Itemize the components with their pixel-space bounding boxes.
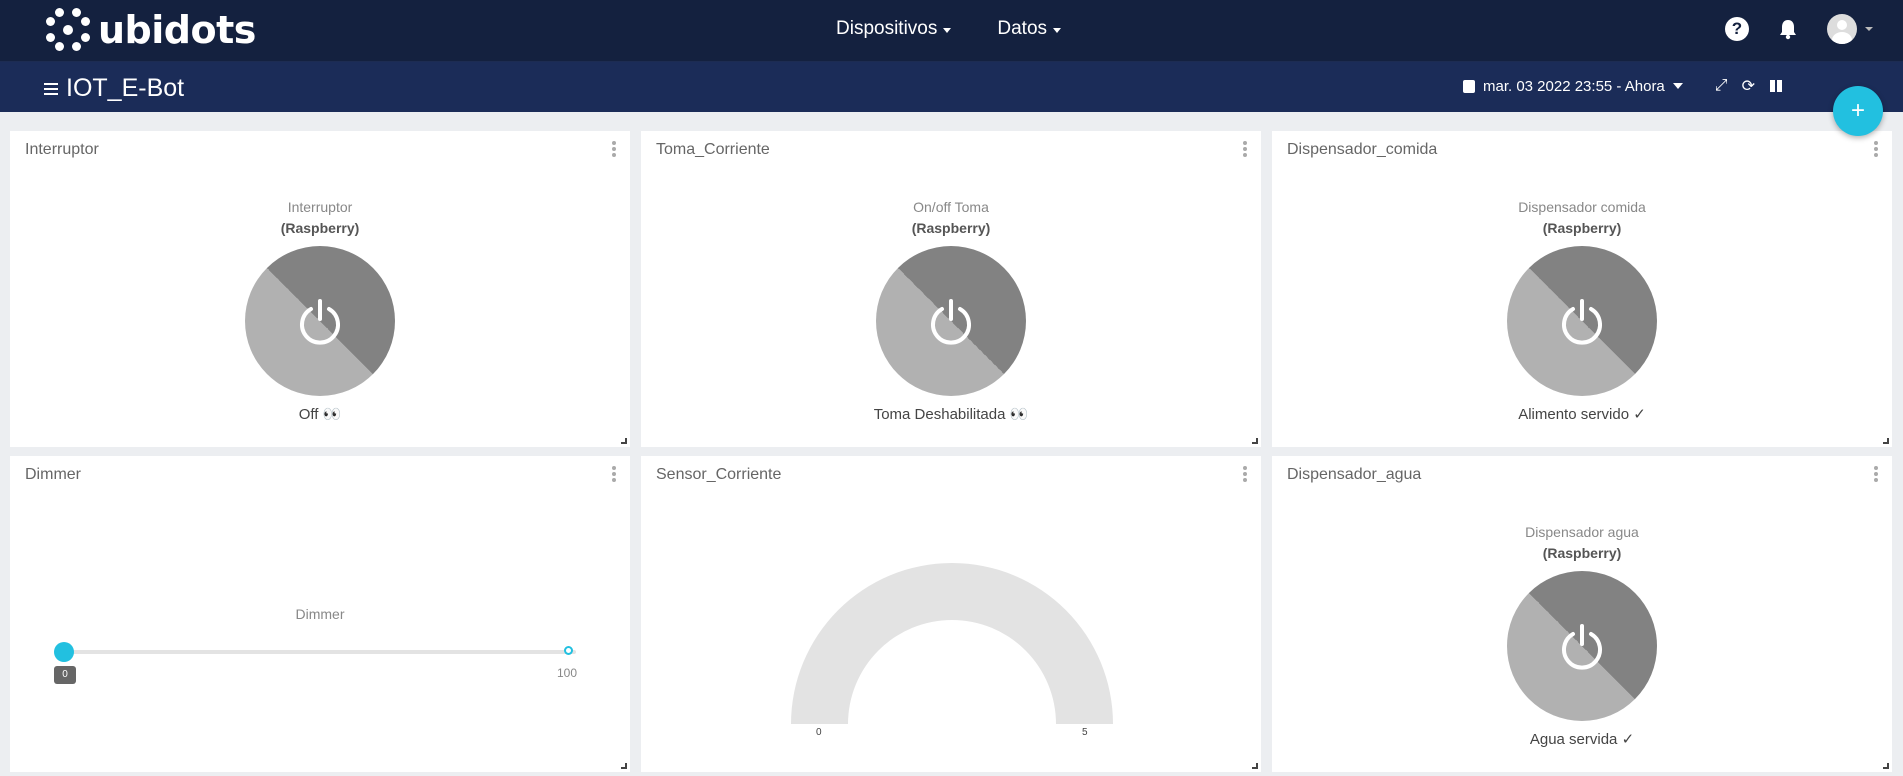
resize-handle[interactable]	[621, 438, 627, 444]
power-icon	[931, 299, 971, 345]
refresh-icon[interactable]: ⟳	[1742, 76, 1755, 96]
chevron-down-icon[interactable]	[1865, 27, 1873, 31]
switch-button[interactable]	[1507, 246, 1657, 396]
switch-button[interactable]	[1507, 571, 1657, 721]
brand-name: ubidots	[98, 8, 256, 52]
switch-button[interactable]	[876, 246, 1026, 396]
switch-label: Dispensador comida	[1518, 199, 1646, 215]
widget-title: Sensor_Corriente	[656, 466, 782, 483]
slider-value: 0	[54, 666, 76, 684]
widget-title: Dispensador_agua	[1287, 466, 1422, 483]
gauge-max-label: 5	[1082, 727, 1088, 738]
ubidots-logo[interactable]: ubidots	[46, 8, 256, 52]
power-icon	[1562, 299, 1602, 345]
device-name: (Raspberry)	[911, 220, 991, 236]
date-range-picker[interactable]: mar. 03 2022 23:55 - Ahora	[1462, 77, 1683, 95]
more-options-icon[interactable]	[1874, 141, 1878, 157]
switch-status: Off 👀	[298, 406, 342, 423]
power-icon	[1562, 624, 1602, 670]
nav-dispositivos-label: Dispositivos	[836, 18, 938, 39]
switch-status: Alimento servido ✓	[1518, 406, 1646, 423]
switch-status: Agua servida ✓	[1529, 731, 1635, 748]
widget-interruptor: Interruptor Interruptor (Raspberry) Off …	[10, 131, 630, 447]
gauge-chart	[791, 563, 1113, 724]
widget-dimmer: Dimmer Dimmer 0 100	[10, 456, 630, 772]
device-name: (Raspberry)	[1542, 545, 1622, 561]
widget-dispensador-comida: Dispensador_comida Dispensador comida (R…	[1272, 131, 1892, 447]
resize-handle[interactable]	[1252, 438, 1258, 444]
logo-dots-icon	[46, 8, 90, 52]
add-widget-button[interactable]: +	[1833, 86, 1883, 136]
power-icon	[300, 299, 340, 345]
nav-datos[interactable]: Datos	[997, 18, 1062, 40]
widget-title: Dimmer	[25, 466, 81, 483]
resize-handle[interactable]	[621, 763, 627, 769]
user-avatar[interactable]	[1827, 14, 1857, 44]
chevron-down-icon	[1672, 83, 1683, 89]
device-name: (Raspberry)	[280, 220, 360, 236]
widget-title: Interruptor	[25, 141, 99, 158]
date-range-text: mar. 03 2022 23:55 - Ahora	[1482, 77, 1665, 95]
chevron-down-icon	[943, 27, 952, 33]
gauge-arc	[791, 563, 1113, 724]
expand-icon[interactable]: ⤢	[1715, 77, 1728, 95]
slider-track[interactable]	[64, 650, 576, 654]
dashboard-title: IOT_E-Bot	[44, 74, 184, 103]
nav-datos-label: Datos	[997, 18, 1048, 39]
chevron-down-icon	[1053, 27, 1062, 33]
help-icon[interactable]: ?	[1725, 17, 1749, 41]
nav-dispositivos[interactable]: Dispositivos	[836, 18, 952, 40]
slider-max-marker	[564, 646, 573, 655]
dashboard-controls: mar. 03 2022 23:55 - Ahora ⤢ ⟳	[1462, 76, 1783, 96]
widget-title: Dispensador_comida	[1287, 141, 1438, 158]
slider-max-label: 100	[557, 666, 578, 680]
bell-icon[interactable]	[1777, 18, 1799, 40]
widget-dispensador-agua: Dispensador_agua Dispensador agua (Raspb…	[1272, 456, 1892, 772]
hamburger-menu-icon[interactable]	[44, 82, 58, 95]
widget-sensor-corriente: Sensor_Corriente 0 5	[641, 456, 1261, 772]
gauge-min-label: 0	[816, 727, 822, 738]
more-options-icon[interactable]	[612, 466, 616, 482]
resize-handle[interactable]	[1883, 763, 1889, 769]
switch-label: On/off Toma	[913, 199, 989, 215]
switch-button[interactable]	[245, 246, 395, 396]
more-options-icon[interactable]	[612, 141, 616, 157]
slider-handle[interactable]	[54, 642, 74, 662]
top-navbar: ubidots Dispositivos Datos ?	[0, 0, 1903, 62]
columns-icon[interactable]	[1769, 79, 1783, 93]
dashboard-title-text: IOT_E-Bot	[66, 74, 185, 102]
switch-label: Dispensador agua	[1525, 524, 1639, 540]
more-options-icon[interactable]	[1243, 466, 1247, 482]
more-options-icon[interactable]	[1874, 466, 1878, 482]
device-name: (Raspberry)	[1542, 220, 1622, 236]
widget-toma-corriente: Toma_Corriente On/off Toma (Raspberry) T…	[641, 131, 1261, 447]
main-nav: Dispositivos Datos	[836, 18, 1062, 40]
resize-handle[interactable]	[1883, 438, 1889, 444]
widget-title: Toma_Corriente	[656, 141, 770, 158]
top-right-icons: ?	[1725, 14, 1873, 44]
switch-label: Interruptor	[287, 199, 353, 215]
slider-label: Dimmer	[295, 606, 345, 622]
more-options-icon[interactable]	[1243, 141, 1247, 157]
switch-status: Toma Deshabilitada 👀	[873, 406, 1029, 423]
resize-handle[interactable]	[1252, 763, 1258, 769]
calendar-icon	[1462, 79, 1475, 93]
